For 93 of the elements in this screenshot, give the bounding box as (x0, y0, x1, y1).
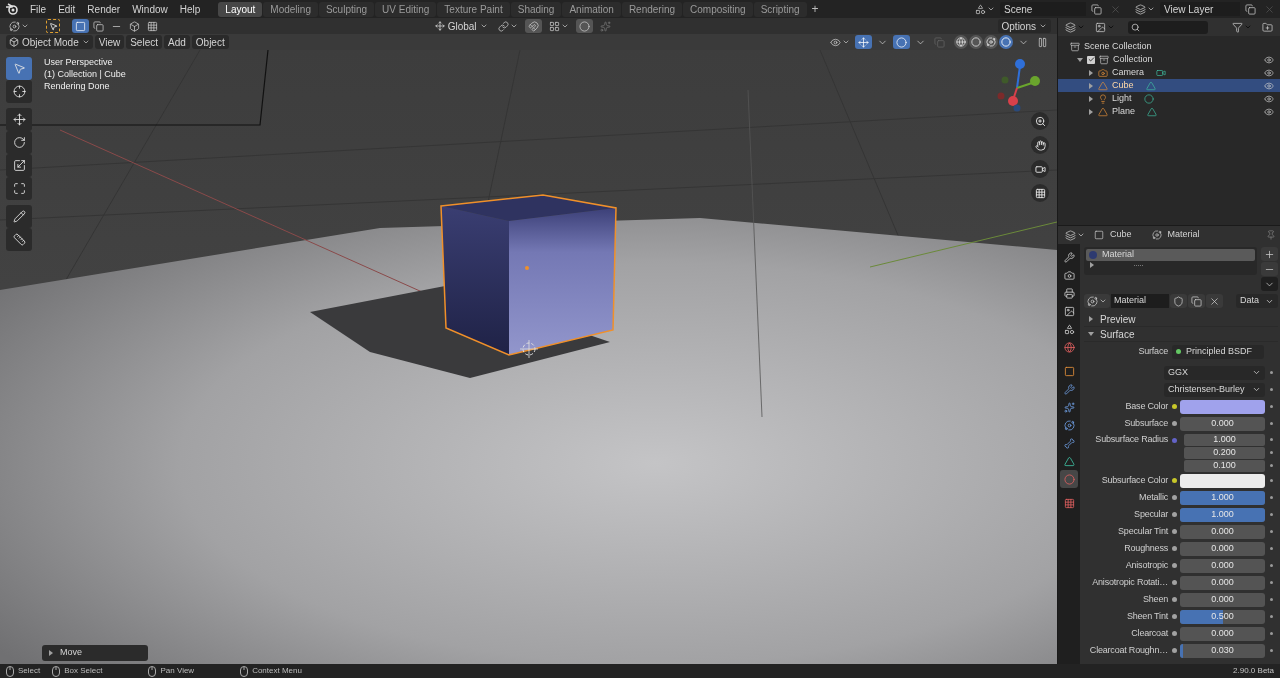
slider-value: 1.000 (1211, 490, 1234, 504)
slider-value: 0.030 (1211, 643, 1234, 657)
property-label: Clearcoat (1131, 626, 1168, 640)
property-label: Clearcoat Roughn… (1089, 643, 1168, 657)
workspace-tab[interactable]: UV Editing (375, 1, 437, 17)
property-label: Subsurface (1124, 416, 1168, 430)
value-slider[interactable]: 0.030 (1180, 643, 1265, 658)
property-label: Specular Tint (1118, 524, 1168, 538)
view-layer-field[interactable]: View Layer (1160, 2, 1240, 16)
status-hint: Context Menu (252, 665, 302, 677)
material-slot[interactable]: Material (1086, 249, 1255, 261)
property-label: Specular (1134, 507, 1168, 521)
outliner-row[interactable]: Plane (1058, 105, 1280, 118)
outliner-row[interactable]: Cube (1058, 79, 1280, 92)
menu-item[interactable]: Add (164, 35, 190, 49)
enum-dropdown[interactable]: Christensen-Burley (1164, 382, 1265, 397)
link-dropdown[interactable]: Data (1236, 294, 1278, 308)
outliner-item-label: Collection (1113, 52, 1153, 66)
material-name-field[interactable]: Material (1111, 294, 1169, 308)
shader-field[interactable]: Principled BSDF (1172, 344, 1264, 359)
mode-dropdown[interactable]: Object Mode (6, 35, 93, 49)
outliner-item-label: Scene Collection (1084, 39, 1152, 53)
value-slider[interactable]: 0.000 (1180, 626, 1265, 641)
menu-item[interactable]: View (94, 35, 125, 49)
viewport-info-text: User Perspective (44, 56, 114, 68)
slider-value: 0.000 (1211, 541, 1234, 555)
property-label: Base Color (1125, 399, 1168, 413)
property-label: Subsurface Color (1101, 473, 1168, 487)
workspace-tab[interactable]: Sculpting (318, 1, 375, 17)
value-slider[interactable]: 0.000 (1180, 416, 1265, 431)
slider-value: 0.000 (1211, 558, 1234, 572)
workspace-tab[interactable]: Layout (218, 1, 263, 17)
outliner-item-label: Camera (1112, 65, 1144, 79)
add-workspace-button[interactable]: + (807, 0, 823, 18)
value-slider[interactable]: 0.000 (1180, 558, 1265, 573)
outliner-item-label: Cube (1112, 78, 1134, 92)
menu-item[interactable]: Help (173, 1, 207, 17)
value-slider[interactable]: 0.000 (1180, 524, 1265, 539)
property-label: Metallic (1139, 490, 1168, 504)
version-label: 2.90.0 Beta (1233, 665, 1274, 677)
outliner-row[interactable]: Light (1058, 92, 1280, 105)
outliner-row[interactable]: Collection (1058, 53, 1280, 66)
workspace-tab[interactable]: Animation (562, 1, 621, 17)
transform-orientation-dropdown[interactable]: Global (431, 18, 491, 34)
property-label: Subsurface Radius (1095, 433, 1168, 447)
outliner-item-label: Light (1112, 91, 1132, 105)
status-hint: Pan View (160, 665, 195, 677)
slider-value: 0.000 (1211, 524, 1234, 538)
property-label: Anisotropic Rotati… (1092, 575, 1168, 589)
vector-field[interactable]: 0.200 (1184, 446, 1265, 459)
menu-item[interactable]: Window (126, 1, 174, 17)
options-dropdown[interactable]: Options (997, 19, 1051, 33)
workspace-tab[interactable]: Shading (510, 1, 562, 17)
scene-field[interactable]: Scene (1000, 2, 1086, 16)
vector-field[interactable]: 1.000 (1184, 433, 1265, 446)
context-material-label: Material (1167, 228, 1200, 242)
menu-item[interactable]: Object (191, 35, 229, 49)
value-slider[interactable]: 0.000 (1180, 575, 1265, 590)
viewport-info-text: (1) Collection | Cube (44, 68, 126, 80)
slider-value: 0.000 (1211, 575, 1234, 589)
slider-value: 0.000 (1211, 626, 1234, 640)
vector-field[interactable]: 0.100 (1184, 459, 1265, 472)
menu-item[interactable]: Render (81, 1, 127, 17)
property-label: Sheen (1142, 592, 1168, 606)
property-label: Sheen Tint (1126, 609, 1168, 623)
menu-item[interactable]: Select (126, 35, 162, 49)
workspace-tab[interactable]: Texture Paint (437, 1, 510, 17)
outliner-row[interactable]: Camera (1058, 66, 1280, 79)
workspace-tab[interactable]: Compositing (683, 1, 753, 17)
panel-header[interactable]: Preview (1084, 312, 1278, 327)
slider-value: 1.000 (1211, 507, 1234, 521)
slider-value: 0.000 (1211, 416, 1234, 430)
property-label: Roughness (1124, 541, 1168, 555)
panel-header[interactable]: Surface (1084, 327, 1278, 342)
status-hint: Select (18, 665, 41, 677)
value-slider[interactable]: 0.000 (1180, 541, 1265, 556)
status-hint: Box Select (64, 665, 103, 677)
outliner-item-label: Plane (1112, 104, 1136, 118)
last-operator-panel[interactable]: Move (42, 645, 148, 661)
menu-item[interactable]: Edit (52, 1, 82, 17)
value-slider[interactable]: 1.000 (1180, 490, 1265, 505)
context-object-label: Cube (1110, 228, 1132, 242)
property-label: Anisotropic (1125, 558, 1168, 572)
property-label: Surface (1138, 344, 1168, 358)
workspace-tab[interactable]: Rendering (621, 1, 683, 17)
value-slider[interactable]: 1.000 (1180, 507, 1265, 522)
workspace-tab[interactable]: Scripting (753, 1, 807, 17)
value-slider[interactable]: 0.000 (1180, 592, 1265, 607)
menu-item[interactable]: File (24, 1, 53, 17)
enum-dropdown[interactable]: GGX (1164, 365, 1265, 380)
viewport-info-text: Rendering Done (44, 80, 111, 92)
slider-value: 0.000 (1211, 592, 1234, 606)
workspace-tab[interactable]: Modeling (263, 1, 318, 17)
